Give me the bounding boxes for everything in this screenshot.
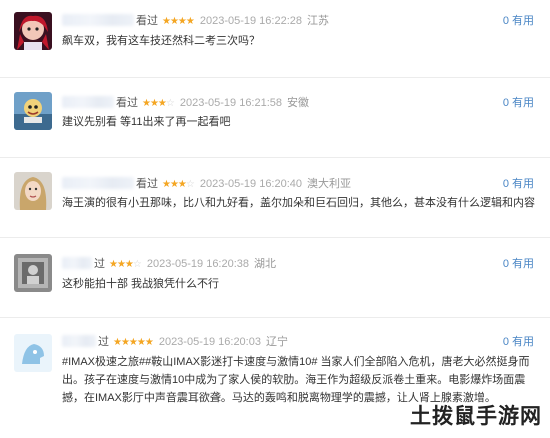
blurred-username[interactable] (62, 335, 96, 347)
review-location: 江苏 (307, 15, 330, 27)
star-rating: ★★★★★ (113, 337, 154, 348)
review-time: 2023-05-19 16:20:38 (146, 258, 250, 270)
review-item: 看过 ★★★☆ 2023-05-19 16:21:58 安徽 0 有用 建议先别看 等… (0, 78, 550, 158)
review-meta: 过 ★★★★★ 2023-05-19 16:20:03 辽宁 (62, 334, 288, 350)
review-time: 2023-05-19 16:22:28 (199, 15, 303, 27)
watched-status: 过 (98, 336, 109, 348)
avatar[interactable] (14, 254, 52, 292)
avatar[interactable] (14, 12, 52, 50)
watched-status: 看过 (136, 15, 158, 27)
watched-status: 看过 (116, 97, 138, 109)
avatar[interactable] (14, 334, 52, 372)
star-rating: ★★★☆ (162, 179, 195, 190)
review-meta: 看过 ★★★☆ 2023-05-19 16:20:40 澳大利亚 (62, 176, 351, 192)
review-location: 安徽 (287, 97, 310, 109)
review-location: 澳大利亚 (307, 178, 352, 190)
site-watermark: 土拨鼠手游网 (410, 403, 542, 428)
review-text: 这秒能拍十部 我战狼凭什么不行 (62, 278, 220, 290)
watched-status: 看过 (136, 178, 158, 190)
blurred-username[interactable] (62, 96, 114, 108)
review-item: 看过 ★★★★ 2023-05-19 16:22:28 江苏 0 有用 飙车双，我有这… (0, 0, 550, 78)
review-text: 建议先别看 等11出来了再一起看吧 (62, 116, 231, 128)
star-rating: ★★★☆ (109, 259, 142, 270)
watched-status: 过 (94, 258, 105, 270)
useful-vote-button[interactable]: 0 有用 (503, 13, 534, 29)
review-text: 海王演的很有小丑那味，比八和九好看，盖尔加朵和巨石回归，其他么，甚本没有什么逻辑… (62, 197, 535, 209)
review-time: 2023-05-19 16:21:58 (179, 97, 283, 109)
useful-vote-button[interactable]: 0 有用 (503, 95, 534, 111)
review-text: 飙车双，我有这车技还然科二考三次吗？ (62, 35, 260, 47)
review-item: 过 ★★★☆ 2023-05-19 16:20:38 湖北 0 有用 这秒能拍十部 我… (0, 238, 550, 318)
review-time: 2023-05-19 16:20:40 (199, 178, 303, 190)
useful-vote-button[interactable]: 0 有用 (503, 256, 534, 272)
avatar[interactable] (14, 172, 52, 210)
review-text: #IMAX极速之旅##鞍山IMAX影迷打卡速度与激情10# 当家人们全部陷入危机… (62, 356, 530, 404)
blurred-username[interactable] (62, 177, 134, 189)
star-rating: ★★★☆ (142, 98, 175, 109)
star-rating: ★★★★ (162, 16, 195, 27)
useful-vote-button[interactable]: 0 有用 (503, 176, 534, 192)
useful-vote-button[interactable]: 0 有用 (503, 334, 534, 350)
review-location: 辽宁 (265, 336, 288, 348)
blurred-username[interactable] (62, 257, 92, 269)
review-location: 湖北 (254, 258, 277, 270)
review-meta: 看过 ★★★☆ 2023-05-19 16:21:58 安徽 (62, 95, 309, 111)
avatar[interactable] (14, 92, 52, 130)
review-time: 2023-05-19 16:20:03 (158, 336, 261, 348)
review-meta: 过 ★★★☆ 2023-05-19 16:20:38 湖北 (62, 256, 276, 272)
blurred-username[interactable] (62, 14, 134, 26)
review-meta: 看过 ★★★★ 2023-05-19 16:22:28 江苏 (62, 13, 329, 29)
review-item: 看过 ★★★☆ 2023-05-19 16:20:40 澳大利亚 0 有用 海王演的很… (0, 158, 550, 238)
